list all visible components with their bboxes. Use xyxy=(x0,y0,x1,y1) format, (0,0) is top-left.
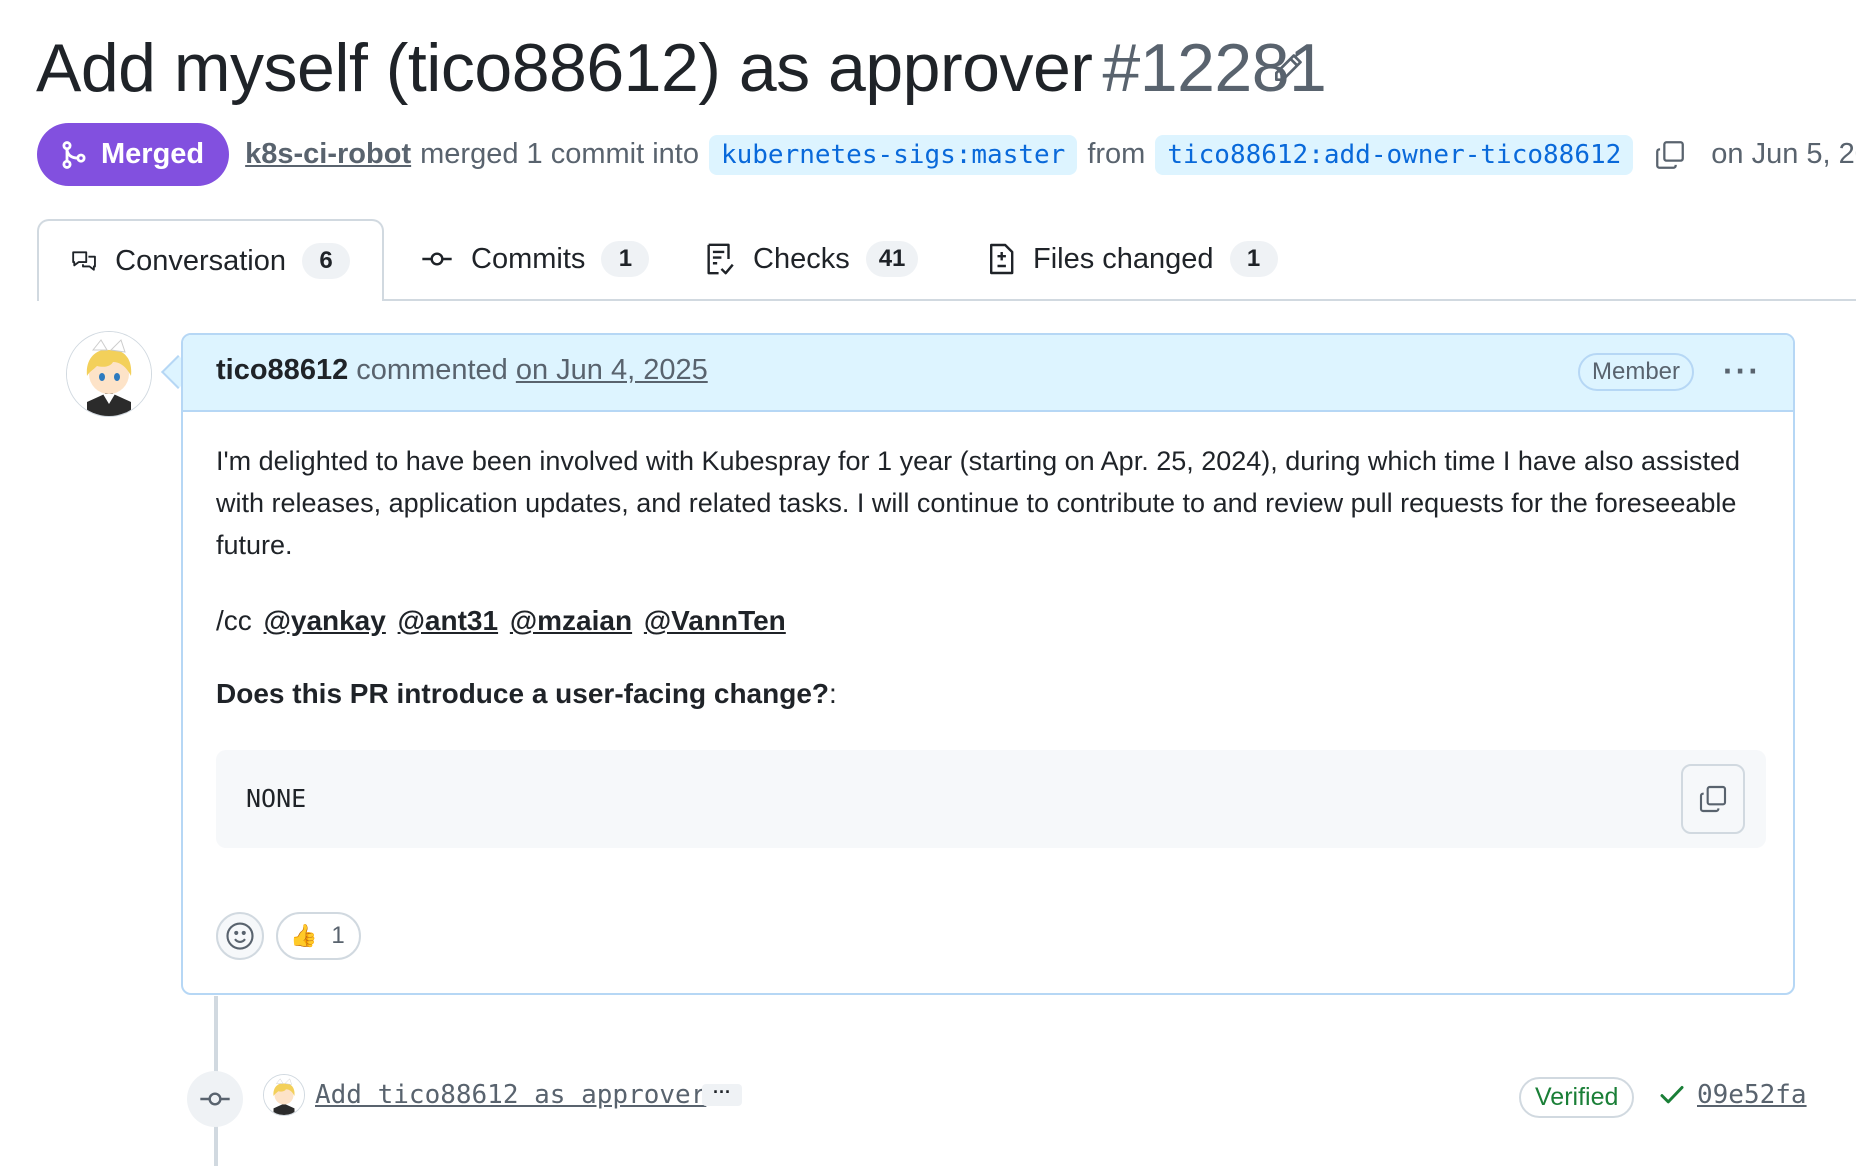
pr-meta: Merged k8s-ci-robot merged 1 commit into… xyxy=(37,123,1856,186)
comment-box: tico88612 commented on Jun 4, 2025 Membe… xyxy=(181,333,1795,995)
merged-label: Merged xyxy=(101,138,205,170)
cc-line: /cc @yankay @ant31 @mzaian @VannTen xyxy=(216,605,786,637)
code-block: NONE xyxy=(216,750,1766,848)
mention-link[interactable]: @VannTen xyxy=(644,605,786,636)
thumbs-up-icon: 👍 xyxy=(290,923,318,948)
from-text: from xyxy=(1087,138,1146,170)
merged-state-badge: Merged xyxy=(37,123,230,186)
question-text: Does this PR introduce a user-facing cha… xyxy=(216,678,830,709)
code-text: NONE xyxy=(246,784,307,813)
check-icon[interactable] xyxy=(1657,1080,1687,1110)
tab-label: Commits xyxy=(471,242,586,275)
pr-tabs: Conversation 6 Commits 1 Checks 41 Files… xyxy=(37,219,1856,301)
copy-icon[interactable] xyxy=(1653,138,1687,172)
comment-discussion-icon xyxy=(72,251,96,271)
anime-avatar-icon xyxy=(67,332,151,416)
git-merge-icon xyxy=(62,140,86,169)
tab-label: Files changed xyxy=(1033,242,1214,275)
base-branch[interactable]: kubernetes-sigs:master xyxy=(708,134,1078,175)
merged-text: merged 1 commit into xyxy=(420,138,699,170)
checklist-icon xyxy=(707,243,734,275)
comment-action: commented xyxy=(356,354,508,386)
mention-link[interactable]: @yankay xyxy=(264,605,386,636)
tab-counter: 6 xyxy=(302,243,350,279)
comment-body: I'm delighted to have been involved with… xyxy=(216,440,1766,566)
smiley-icon xyxy=(226,922,254,950)
comment-header: tico88612 commented on Jun 4, 2025 Membe… xyxy=(183,335,1793,412)
pencil-icon[interactable] xyxy=(1268,48,1308,88)
tab-counter: 1 xyxy=(601,241,650,277)
mention-link[interactable]: @ant31 xyxy=(398,605,498,636)
thumbs-up-reaction[interactable]: 👍 1 xyxy=(276,912,361,960)
merged-date: on Jun 5, 2025 xyxy=(1711,138,1856,170)
tab-label: Conversation xyxy=(115,244,286,277)
mention-link[interactable]: @mzaian xyxy=(510,605,632,636)
merged-by-link[interactable]: k8s-ci-robot xyxy=(245,138,411,171)
git-commit-icon xyxy=(422,252,452,266)
reaction-count: 1 xyxy=(331,922,345,949)
comment-author[interactable]: tico88612 xyxy=(216,354,348,386)
commit-sha-link[interactable]: 09e52fa xyxy=(1697,1080,1807,1110)
question-suffix: : xyxy=(829,678,837,709)
tab-counter: 41 xyxy=(865,241,919,277)
tab-conversation[interactable]: Conversation 6 xyxy=(37,219,384,301)
commit-message-link[interactable]: Add tico88612 as approver xyxy=(315,1080,706,1110)
pr-title: Add myself (tico88612) as approver #12281 xyxy=(36,26,1327,110)
tab-commits[interactable]: Commits 1 xyxy=(421,219,650,299)
comment-options-icon[interactable]: ··· xyxy=(1723,353,1761,390)
tab-counter: 1 xyxy=(1229,241,1278,277)
comment-text: I'm delighted to have been involved with… xyxy=(216,446,1741,560)
commit-author-avatar[interactable] xyxy=(263,1074,305,1116)
copy-code-button[interactable] xyxy=(1681,764,1745,834)
avatar[interactable] xyxy=(66,331,152,417)
anime-avatar-icon xyxy=(264,1075,304,1115)
pr-title-text: Add myself (tico88612) as approver xyxy=(36,30,1093,106)
git-commit-icon xyxy=(200,1092,230,1106)
comment-date[interactable]: on Jun 4, 2025 xyxy=(516,354,708,386)
tab-files-changed[interactable]: Files changed 1 xyxy=(987,219,1278,299)
commit-node xyxy=(187,1071,243,1127)
cc-prefix: /cc xyxy=(216,605,252,636)
verified-badge[interactable]: Verified xyxy=(1519,1077,1635,1118)
tab-checks[interactable]: Checks 41 xyxy=(705,219,919,299)
tab-label: Checks xyxy=(753,242,850,275)
release-note-question: Does this PR introduce a user-facing cha… xyxy=(216,678,837,710)
member-badge: Member xyxy=(1578,353,1695,391)
copy-icon xyxy=(1699,785,1727,813)
file-diff-icon xyxy=(990,243,1014,275)
commit-expand-button[interactable]: ··· xyxy=(702,1083,742,1106)
head-branch[interactable]: tico88612:add-owner-tico88612 xyxy=(1155,134,1634,175)
add-reaction-button[interactable] xyxy=(216,912,264,960)
